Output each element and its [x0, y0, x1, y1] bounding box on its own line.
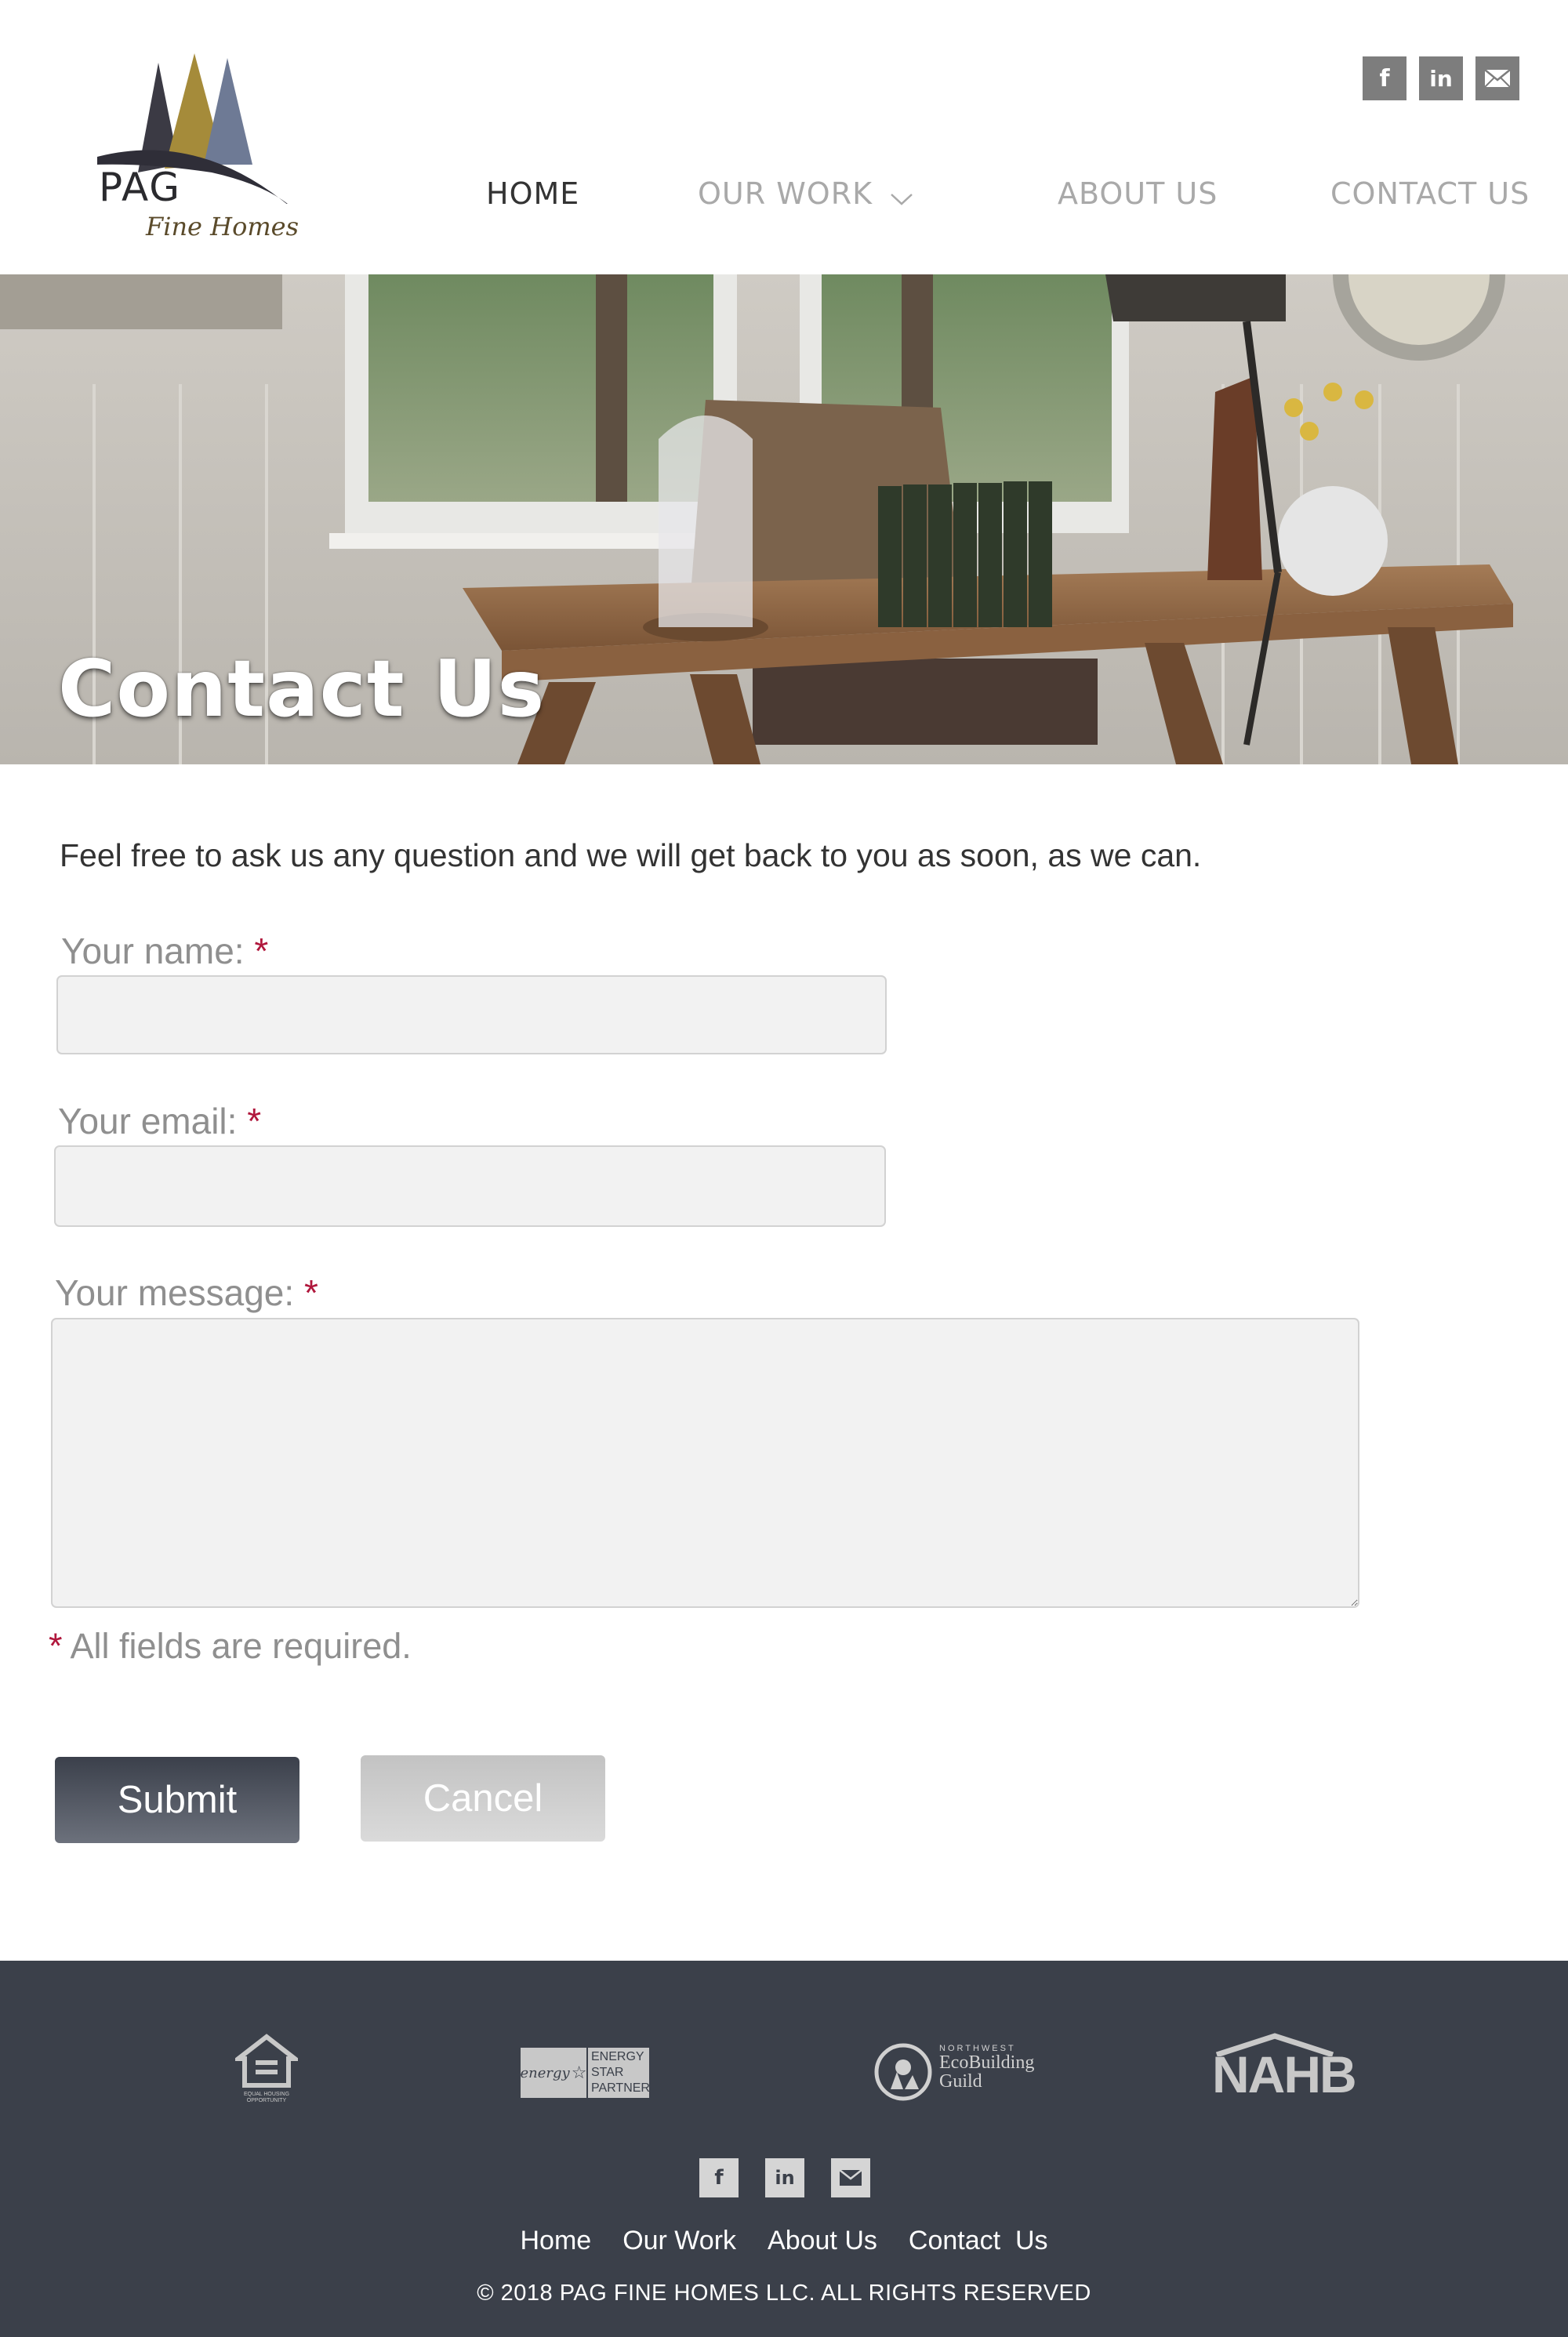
nav-about-us[interactable]: ABOUT US — [1058, 176, 1218, 211]
required-note: * All fields are required. — [49, 1626, 412, 1667]
logo-wordmark: PAG — [99, 165, 182, 210]
footer-social-links: f in — [699, 2158, 870, 2197]
chevron-down-icon — [890, 179, 913, 213]
energy-star-script: energy — [520, 2064, 570, 2081]
logo-tagline: Fine Homes — [146, 212, 299, 241]
mail-icon[interactable] — [1475, 56, 1519, 100]
page-title: Contact Us — [58, 643, 546, 735]
energy-star-line1: ENERGY — [591, 2050, 644, 2063]
ecobuilding-line2: EcoBuilding — [939, 2052, 1035, 2073]
nahb-wordmark: NAHB — [1212, 2045, 1357, 2103]
ecobuilding-line3: Guild — [939, 2071, 982, 2092]
email-label: Your email: * — [58, 1100, 261, 1142]
nav-our-work[interactable]: OUR WORK — [698, 176, 913, 213]
facebook-icon[interactable]: f — [699, 2158, 739, 2197]
email-label-text: Your email: — [58, 1101, 238, 1141]
energy-star-text: ENERGY STAR PARTNER — [586, 2048, 650, 2098]
name-label: Your name: * — [61, 930, 268, 972]
energy-star-line2: STAR — [591, 2066, 624, 2079]
hero-banner: Contact Us — [0, 274, 1568, 764]
site-footer: EQUAL HOUSING OPPORTUNITY energy ☆ ENERG… — [0, 1961, 1568, 2337]
header-social-links: f in — [1363, 56, 1519, 100]
footer-nav: Home Our Work About Us Contact Us — [0, 2226, 1568, 2256]
linkedin-icon[interactable]: in — [765, 2158, 804, 2197]
nav-contact-us[interactable]: CONTACT US — [1330, 176, 1530, 211]
message-field[interactable] — [51, 1318, 1359, 1608]
message-label: Your message: * — [55, 1272, 318, 1314]
message-label-text: Your message: — [55, 1272, 295, 1313]
pag-logo[interactable]: PAG Fine Homes — [86, 47, 314, 251]
ecobuilding-text: NORTHWEST EcoBuilding Guild — [939, 2044, 1034, 2091]
linkedin-icon[interactable]: in — [1419, 56, 1463, 100]
required-asterisk: * — [247, 1101, 262, 1141]
nav-our-work-label: OUR WORK — [698, 176, 873, 211]
submit-button[interactable]: Submit — [55, 1757, 299, 1843]
email-field[interactable] — [54, 1145, 886, 1227]
required-note-text: All fields are required. — [70, 1626, 412, 1666]
nahb-logo: NAHB — [1207, 2033, 1357, 2103]
energy-star-line3: PARTNER — [591, 2081, 650, 2095]
ecobuilding-guild-logo: NORTHWEST EcoBuilding Guild — [873, 2039, 1046, 2105]
star-icon: ☆ — [571, 2063, 587, 2083]
ecobuilding-emblem-icon — [874, 2043, 932, 2101]
required-asterisk: * — [254, 931, 269, 971]
energy-star-mark: energy ☆ — [521, 2048, 586, 2098]
name-label-text: Your name: — [61, 931, 245, 971]
facebook-icon[interactable]: f — [1363, 56, 1406, 100]
footer-nav-our-work[interactable]: Our Work — [622, 2226, 736, 2256]
mail-icon[interactable] — [831, 2158, 870, 2197]
intro-text: Feel free to ask us any question and we … — [60, 837, 1202, 873]
footer-nav-home[interactable]: Home — [520, 2226, 591, 2256]
nav-home[interactable]: HOME — [486, 176, 579, 211]
footer-nav-contact-us[interactable]: Contact Us — [909, 2226, 1048, 2256]
required-asterisk: * — [303, 1272, 318, 1313]
name-field[interactable] — [56, 975, 887, 1054]
cancel-button[interactable]: Cancel — [361, 1755, 605, 1842]
footer-nav-about-us[interactable]: About Us — [768, 2226, 877, 2256]
copyright-text: © 2018 PAG FINE HOMES LLC. ALL RIGHTS RE… — [477, 2281, 1091, 2306]
equal-housing-text: EQUAL HOUSING OPPORTUNITY — [243, 2092, 290, 2103]
required-asterisk: * — [49, 1626, 63, 1666]
equal-housing-logo: EQUAL HOUSING OPPORTUNITY — [231, 2034, 302, 2107]
site-header: PAG Fine Homes f in HOME OUR WORK ABOUT … — [0, 0, 1568, 274]
energy-star-logo: energy ☆ ENERGY STAR PARTNER — [521, 2048, 650, 2098]
